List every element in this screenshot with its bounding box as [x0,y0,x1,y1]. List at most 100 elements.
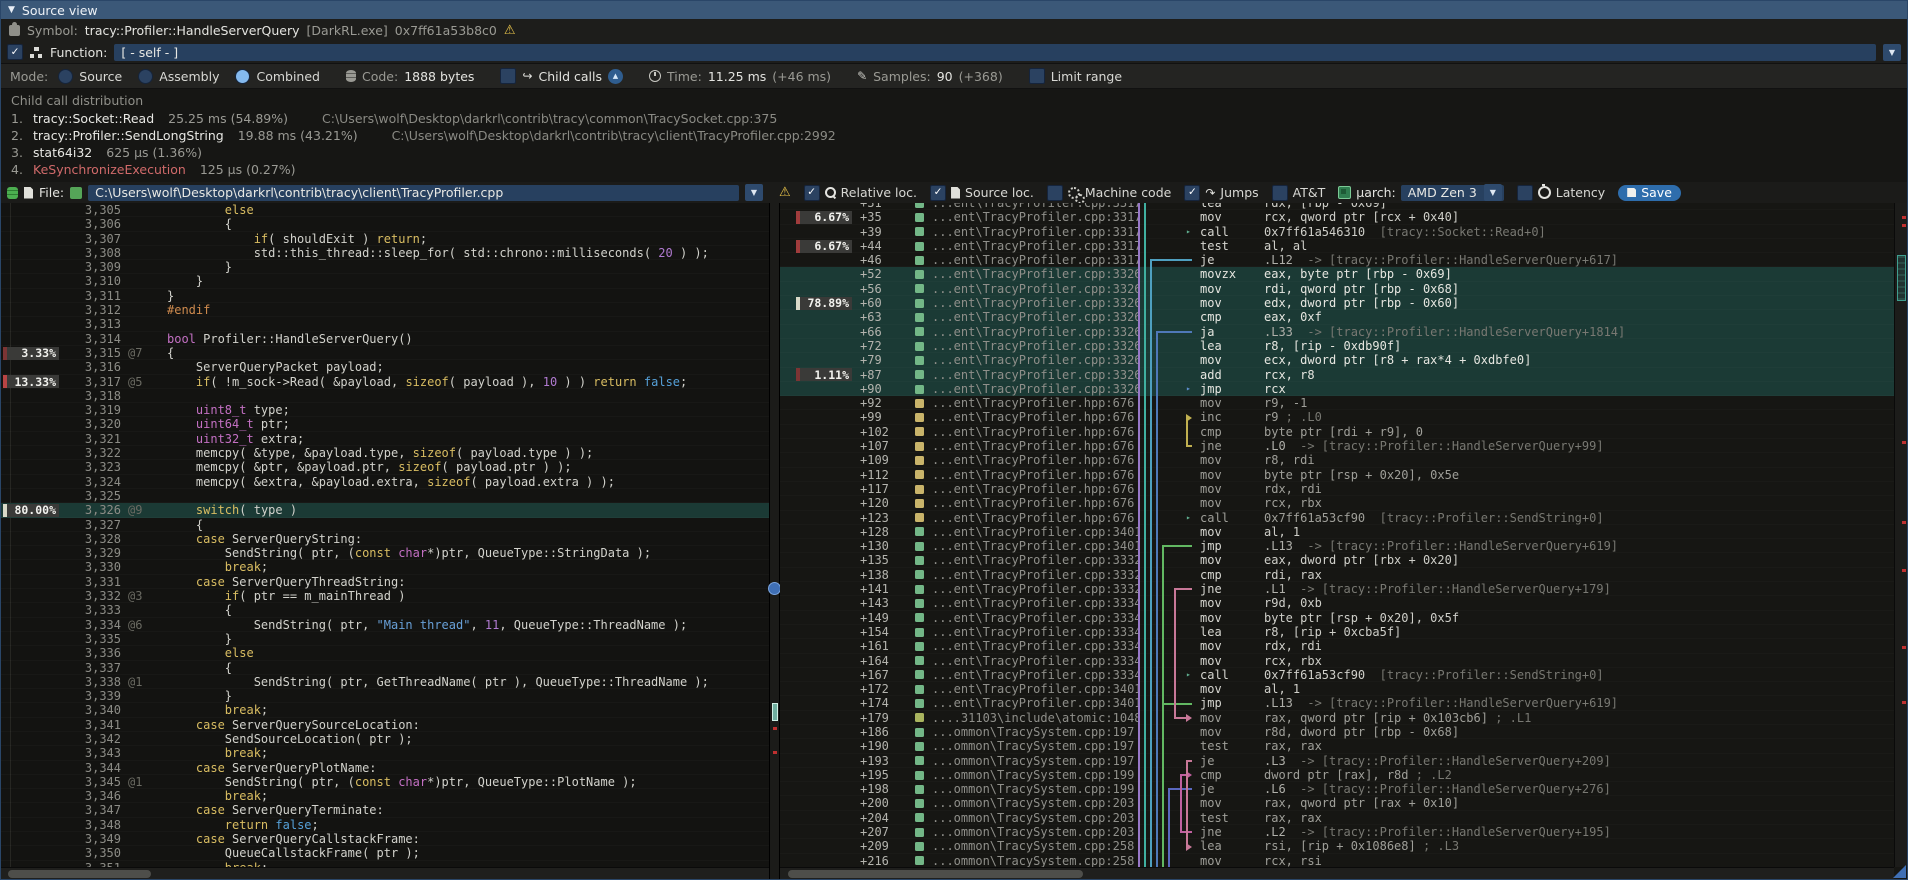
asm-source-loc[interactable]: ...ent\TracyProfiler.hpp:676 [932,453,1140,467]
asm-row[interactable]: +186...ommon\TracySystem.cpp:197movr8d, … [780,725,1894,739]
assembly-hscroll-thumb[interactable] [788,870,1083,878]
source-line[interactable]: 3,306 { [1,217,769,231]
asm-source-loc[interactable]: ...ent\TracyProfiler.cpp:3401 [932,696,1140,710]
asm-row[interactable]: 6.67%+44...ent\TracyProfiler.cpp:3317tes… [780,239,1894,253]
file-dropdown-icon[interactable]: ▼ [745,184,763,201]
relative-loc-toggle[interactable]: ✓ Relative loc. [804,185,917,201]
att-checkbox[interactable] [1272,185,1288,201]
asm-row[interactable]: +99...ent\TracyProfiler.hpp:676incr9 ; .… [780,410,1894,424]
asm-source-loc[interactable]: ...ent\TracyProfiler.cpp:3326 [932,382,1140,396]
asm-row[interactable]: +66...ent\TracyProfiler.cpp:3326ja.L33 -… [780,325,1894,339]
asm-row[interactable]: +204...ommon\TracySystem.cpp:203testrax,… [780,811,1894,825]
asm-row[interactable]: +107...ent\TracyProfiler.hpp:676jne.L0 -… [780,439,1894,453]
asm-row[interactable]: +56...ent\TracyProfiler.cpp:3326movrdi, … [780,282,1894,296]
asm-row[interactable]: +79...ent\TracyProfiler.cpp:3326movecx, … [780,353,1894,367]
source-line[interactable]: 3,350 QueueCallstackFrame( ptr ); [1,846,769,860]
asm-row[interactable]: +172...ent\TracyProfiler.cpp:3401moval, … [780,682,1894,696]
asm-source-loc[interactable]: ...ent\TracyProfiler.cpp:3326 [932,296,1140,310]
asm-row[interactable]: 1.11%+87...ent\TracyProfiler.cpp:3326add… [780,368,1894,382]
asm-source-loc[interactable]: ...ent\TracyProfiler.cpp:3317 [932,253,1140,267]
asm-source-loc[interactable]: ...ommon\TracySystem.cpp:199 [932,782,1140,796]
latency-toggle[interactable]: Latency [1517,185,1605,201]
asm-row[interactable]: +128...ent\TracyProfiler.cpp:3401moval, … [780,525,1894,539]
asm-source-loc[interactable]: ...ent\TracyProfiler.cpp:3332 [932,553,1140,567]
latency-checkbox[interactable] [1517,185,1533,201]
asm-row[interactable]: +164...ent\TracyProfiler.cpp:3334movrcx,… [780,654,1894,668]
source-line[interactable]: 3,347 case ServerQueryTerminate: [1,803,769,817]
asm-row[interactable]: +138...ent\TracyProfiler.cpp:3332cmprdi,… [780,568,1894,582]
asm-source-loc[interactable]: ...ent\TracyProfiler.cpp:3334 [932,625,1140,639]
function-dropdown-icon[interactable]: ▼ [1883,44,1901,61]
asm-source-loc[interactable]: ...ent\TracyProfiler.cpp:3326 [932,368,1140,382]
asm-source-loc[interactable]: ...ent\TracyProfiler.cpp:3326 [932,282,1140,296]
source-line[interactable]: 3,330 break; [1,560,769,574]
source-line[interactable]: 3,338@1 SendString( ptr, GetThreadName( … [1,675,769,689]
function-checkbox[interactable]: ✓ [7,44,23,60]
source-vscroll-thumb[interactable] [772,703,778,721]
limit-range-label[interactable]: Limit range [1051,69,1122,84]
source-line[interactable]: 3,334@6 SendString( ptr, "Main thread", … [1,618,769,632]
source-line[interactable]: 3,320 uint64_t ptr; [1,417,769,431]
asm-source-loc[interactable]: ...ent\TracyProfiler.hpp:676 [932,482,1140,496]
asm-source-loc[interactable]: ...ent\TracyProfiler.cpp:3317 [932,225,1140,239]
asm-row[interactable]: +130...ent\TracyProfiler.cpp:3401jmp.L13… [780,539,1894,553]
asm-row[interactable]: 78.89%+60...ent\TracyProfiler.cpp:3326mo… [780,296,1894,310]
source-line[interactable]: 3,318 [1,389,769,403]
asm-source-loc[interactable]: ...ent\TracyProfiler.cpp:3317 [932,203,1140,210]
asm-source-loc[interactable]: ...ent\TracyProfiler.hpp:676 [932,425,1140,439]
asm-row[interactable]: +174...ent\TracyProfiler.cpp:3401jmp.L13… [780,696,1894,710]
uarch-dropdown-icon[interactable]: ▼ [1484,184,1502,201]
radio-assembly[interactable] [138,69,153,84]
source-line[interactable]: 3,321 uint32_t extra; [1,432,769,446]
asm-row[interactable]: +123...ent\TracyProfiler.hpp:676call0x7f… [780,511,1894,525]
asm-source-loc[interactable]: ...ent\TracyProfiler.cpp:3317 [932,210,1140,224]
source-line[interactable]: 3,312#endif [1,303,769,317]
asm-source-loc[interactable]: ...ent\TracyProfiler.cpp:3334 [932,668,1140,682]
source-line[interactable]: 3,337 { [1,661,769,675]
source-line[interactable]: 3.33%3,315@7{ [1,346,769,360]
asm-source-loc[interactable]: ...ent\TracyProfiler.cpp:3326 [932,353,1140,367]
source-line[interactable]: 3,333 { [1,603,769,617]
radio-combined[interactable] [235,69,250,84]
source-line[interactable]: 3,329 SendString( ptr, (const char*)ptr,… [1,546,769,560]
asm-source-loc[interactable]: ...ommon\TracySystem.cpp:258 [932,854,1140,867]
asm-row[interactable]: +39...ent\TracyProfiler.cpp:3317call0x7f… [780,225,1894,239]
source-line[interactable]: 3,339 } [1,689,769,703]
radio-source-label[interactable]: Source [79,69,122,84]
asm-row[interactable]: +46...ent\TracyProfiler.cpp:3317je.L12 -… [780,253,1894,267]
asm-row[interactable]: +149...ent\TracyProfiler.cpp:3334movbyte… [780,611,1894,625]
machine-code-toggle[interactable]: Machine code [1047,185,1171,201]
asm-source-loc[interactable]: ...ommon\TracySystem.cpp:203 [932,796,1140,810]
asm-source-loc[interactable]: ...ent\TracyProfiler.hpp:676 [932,496,1140,510]
source-line[interactable]: 3,342 SendSourceLocation( ptr ); [1,732,769,746]
expand-up-button[interactable]: ▲ [608,69,623,84]
source-line[interactable]: 3,313 [1,317,769,331]
source-line[interactable]: 3,308 std::this_thread::sleep_for( std::… [1,246,769,260]
att-toggle[interactable]: AT&T [1272,185,1326,201]
asm-row[interactable]: +109...ent\TracyProfiler.hpp:676movr8, r… [780,453,1894,467]
source-line[interactable]: 3,324 memcpy( &extra, &payload.extra, si… [1,475,769,489]
save-button[interactable]: Save [1618,185,1681,201]
assembly-vscroll-thumb[interactable] [1897,255,1906,301]
source-line[interactable]: 3,344 case ServerQueryPlotName: [1,761,769,775]
source-hscroll-thumb[interactable] [8,870,151,878]
panel-divider[interactable] [769,203,780,879]
asm-source-loc[interactable]: ...ommon\TracySystem.cpp:203 [932,811,1140,825]
uarch-select[interactable]: AMD Zen 3 ▼ [1401,185,1504,201]
source-line[interactable]: 3,346 break; [1,789,769,803]
asm-source-loc[interactable]: ...ent\TracyProfiler.hpp:676 [932,439,1140,453]
asm-source-loc[interactable]: ...ommon\TracySystem.cpp:197 [932,754,1140,768]
asm-source-loc[interactable]: ...ent\TracyProfiler.cpp:3326 [932,310,1140,324]
asm-source-loc[interactable]: ...ent\TracyProfiler.cpp:3401 [932,539,1140,553]
machine-code-checkbox[interactable] [1047,185,1063,201]
asm-source-loc[interactable]: ...ommon\TracySystem.cpp:258 [932,839,1140,853]
file-path-select[interactable]: C:\Users\wolf\Desktop\darkrl\contrib\tra… [88,185,739,201]
asm-source-loc[interactable]: ...ent\TracyProfiler.cpp:3326 [932,339,1140,353]
asm-row[interactable]: 6.67%+35...ent\TracyProfiler.cpp:3317mov… [780,210,1894,224]
source-line[interactable]: 3,310 } [1,274,769,288]
child-calls-label[interactable]: Child calls [539,69,603,84]
asm-source-loc[interactable]: ...ommon\TracySystem.cpp:197 [932,725,1140,739]
asm-row[interactable]: +195...ommon\TracySystem.cpp:199cmpdword… [780,768,1894,782]
jumps-toggle[interactable]: ✓ ↷ Jumps [1184,185,1258,201]
child-call-row[interactable]: 2.tracy::Profiler::SendLongString19.88 m… [11,127,1897,144]
